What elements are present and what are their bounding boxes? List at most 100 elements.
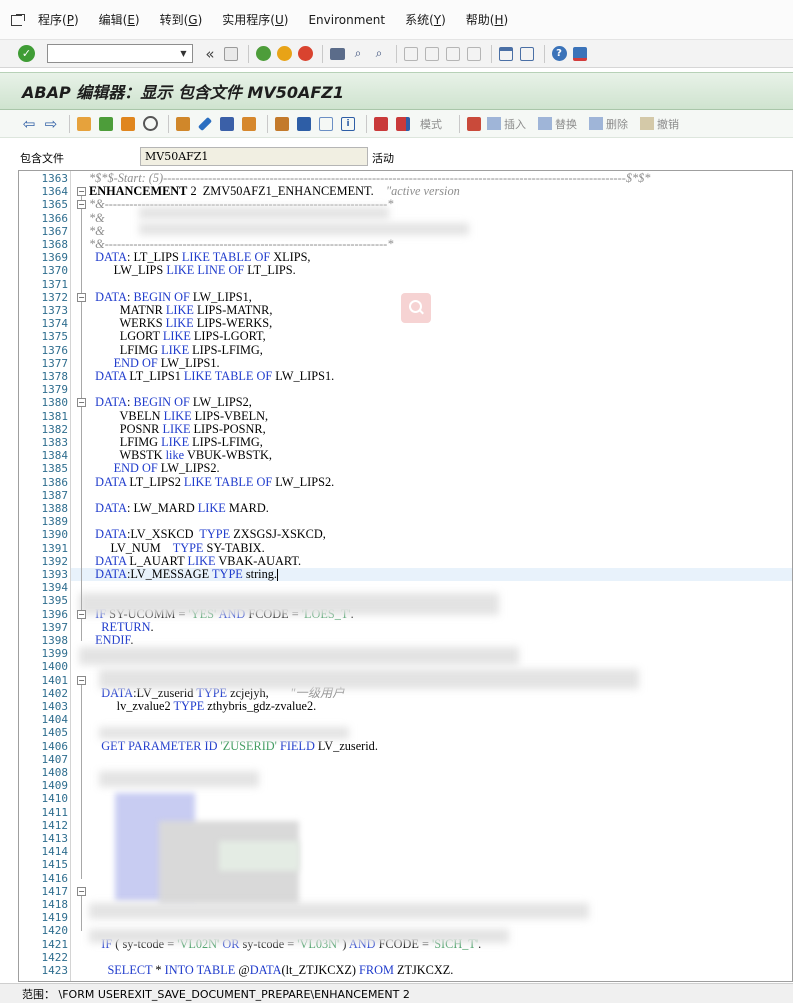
save-icon[interactable] bbox=[222, 45, 240, 63]
menu-edit[interactable]: 编辑(E) bbox=[99, 11, 140, 28]
frame-icon[interactable] bbox=[317, 115, 335, 133]
fold-toggle[interactable]: − bbox=[77, 886, 86, 896]
code-line[interactable]: END OF LW_LIPS2. bbox=[89, 462, 220, 475]
delete-button[interactable]: 删除 bbox=[589, 116, 628, 132]
code-line[interactable]: SELECT * INTO TABLE @DATA(lt_ZTJKCXZ) FR… bbox=[89, 963, 453, 977]
fold-toggle[interactable]: − bbox=[77, 398, 86, 408]
code-line[interactable]: DATA L_AUART LIKE VBAK-AUART. bbox=[89, 554, 301, 568]
pattern-icon[interactable] bbox=[465, 115, 483, 133]
mode-button[interactable]: 模式 bbox=[420, 116, 442, 132]
info-icon[interactable]: i bbox=[339, 115, 357, 133]
code-line[interactable]: GET PARAMETER ID 'ZUSERID' FIELD LV_zuse… bbox=[89, 739, 378, 753]
exit-menu-icon[interactable] bbox=[10, 13, 26, 27]
code-line[interactable]: DATA:LV_XSKCD TYPE ZXSGSJ-XSKCD, bbox=[89, 528, 326, 541]
application-toolbar: ⇦ ⇨ i 模式 插入 替换 删除 撤销 bbox=[0, 110, 793, 138]
search-icon[interactable] bbox=[401, 293, 431, 323]
code-line[interactable]: LW_LIPS LIKE LINE OF LT_LIPS. bbox=[89, 264, 296, 277]
undo-button[interactable]: 撤销 bbox=[640, 116, 679, 132]
activate-icon[interactable] bbox=[119, 115, 137, 133]
fold-guide bbox=[81, 407, 82, 470]
cancel-icon[interactable] bbox=[296, 45, 314, 63]
menu-goto[interactable]: 转到(G) bbox=[160, 11, 203, 28]
code-line[interactable]: LV_NUM TYPE SY-TABIX. bbox=[89, 541, 265, 555]
help-icon[interactable]: ? bbox=[550, 45, 568, 63]
find-next-icon[interactable]: ⌕ bbox=[370, 45, 388, 63]
enter-check-icon[interactable]: ✓ bbox=[18, 45, 35, 62]
display-change-icon[interactable] bbox=[75, 115, 93, 133]
shortcut-icon[interactable] bbox=[518, 45, 536, 63]
fold-toggle[interactable]: − bbox=[77, 200, 86, 210]
code-line[interactable]: ENDIF. bbox=[89, 633, 133, 647]
syntax-check-icon[interactable] bbox=[97, 115, 115, 133]
code-line[interactable]: DATA LT_LIPS2 LIKE TABLE OF LW_LIPS2. bbox=[89, 475, 334, 489]
menu-program[interactable]: 程序(P) bbox=[38, 11, 79, 28]
breakpoint-icon[interactable] bbox=[372, 115, 390, 133]
print-icon[interactable] bbox=[328, 45, 346, 63]
line-number: 1377 bbox=[41, 356, 69, 370]
customize-layout-icon[interactable] bbox=[571, 45, 589, 63]
object-list-icon[interactable] bbox=[218, 115, 236, 133]
where-used-icon[interactable] bbox=[174, 115, 192, 133]
include-field[interactable]: MV50AFZ1 bbox=[140, 147, 368, 166]
line-number-gutter: 1363 1364 1365 1366 1367 1368 1369 1370 1371 1372… bbox=[19, 171, 71, 981]
new-session-icon[interactable] bbox=[497, 45, 515, 63]
title-bar: ABAP 编辑器：显示 包含文件 MV50AFZ1 bbox=[0, 72, 793, 110]
code-line[interactable]: DATA LT_LIPS1 LIKE TABLE OF LW_LIPS1. bbox=[89, 369, 334, 383]
insert-button[interactable]: 插入 bbox=[487, 116, 526, 132]
code-line[interactable]: POSNR LIKE LIPS-POSNR, bbox=[89, 422, 266, 436]
arrow-left-icon[interactable]: ⇦ bbox=[20, 115, 38, 133]
line-number: 1383 bbox=[41, 436, 69, 449]
back-icon[interactable] bbox=[254, 45, 272, 63]
menu-system[interactable]: 系统(Y) bbox=[405, 11, 446, 28]
fold-toggle[interactable]: − bbox=[77, 675, 86, 685]
fold-toggle[interactable]: − bbox=[77, 609, 86, 619]
code-line[interactable]: DATA: LT_LIPS LIKE TABLE OF XLIPS, bbox=[89, 250, 310, 264]
code-line[interactable]: DATA: LW_MARD LIKE MARD. bbox=[89, 501, 269, 515]
next-page-icon[interactable] bbox=[444, 45, 462, 63]
line-number: 1397 bbox=[41, 620, 69, 634]
code-line[interactable]: LFIMG LIKE LIPS-LFIMG, bbox=[89, 343, 263, 357]
code-line[interactable]: DATA: BEGIN OF LW_LIPS2, bbox=[89, 396, 252, 409]
status-badge: 活动 bbox=[372, 152, 394, 165]
chevron-down-icon[interactable]: ▼ bbox=[177, 47, 190, 60]
fold-toggle[interactable]: − bbox=[77, 292, 86, 302]
code-line[interactable]: ENHANCEMENT 2 ZMV50AFZ1_ENHANCEMENT. "ac… bbox=[89, 184, 460, 198]
insert-icon bbox=[487, 117, 501, 130]
code-line[interactable]: END OF LW_LIPS1. bbox=[89, 356, 220, 370]
previous-page-icon[interactable] bbox=[423, 45, 441, 63]
code-line[interactable]: lv_zvalue2 TYPE zthybris_gdz-zvalue2. bbox=[89, 699, 317, 713]
code-line[interactable]: VBELN LIKE LIPS-VBELN, bbox=[89, 409, 269, 423]
code-editor[interactable]: 1363 1364 1365 1366 1367 1368 1369 1370 1371 1372… bbox=[18, 170, 793, 982]
fold-guide bbox=[81, 209, 82, 245]
menu-help[interactable]: 帮助(H) bbox=[466, 11, 508, 28]
code-line[interactable]: RETURN. bbox=[89, 620, 153, 634]
menu-utilities[interactable]: 实用程序(U) bbox=[222, 11, 288, 28]
replace-button[interactable]: 替换 bbox=[538, 116, 577, 132]
first-page-icon[interactable] bbox=[402, 45, 420, 63]
history-back-icon[interactable]: « bbox=[201, 45, 219, 63]
arrow-right-icon[interactable]: ⇨ bbox=[42, 115, 60, 133]
find-icon[interactable]: ⌕ bbox=[349, 45, 367, 63]
exit-icon[interactable] bbox=[275, 45, 293, 63]
hierarchy-icon[interactable] bbox=[273, 115, 291, 133]
menu-environment[interactable]: Environment bbox=[308, 13, 385, 27]
code-line[interactable]: DATA: BEGIN OF LW_LIPS1, bbox=[89, 290, 252, 304]
redacted-block bbox=[99, 771, 259, 787]
command-field[interactable]: ▼ bbox=[47, 44, 193, 63]
code-line[interactable]: LGORT LIKE LIPS-LGORT, bbox=[89, 330, 266, 343]
external-breakpoint-icon[interactable] bbox=[394, 115, 412, 133]
test-icon[interactable] bbox=[141, 115, 159, 133]
code-line[interactable]: *& bbox=[89, 224, 105, 238]
pencil-icon[interactable] bbox=[196, 115, 214, 133]
code-line[interactable]: WERKS LIKE LIPS-WERKS, bbox=[89, 316, 273, 330]
last-page-icon[interactable] bbox=[465, 45, 483, 63]
code-line[interactable]: *& bbox=[89, 211, 105, 225]
code-line[interactable]: WBSTK like VBUK-WBSTK, bbox=[89, 448, 272, 462]
line-number: 1385 bbox=[41, 462, 69, 476]
navigation-icon[interactable] bbox=[240, 115, 258, 133]
line-number: 1391 bbox=[41, 541, 69, 555]
code-line[interactable]: DATA:LV_MESSAGE TYPE string. bbox=[89, 567, 278, 582]
pretty-printer-icon[interactable] bbox=[295, 115, 313, 133]
fold-toggle[interactable]: − bbox=[77, 187, 86, 197]
command-input[interactable] bbox=[48, 45, 174, 62]
